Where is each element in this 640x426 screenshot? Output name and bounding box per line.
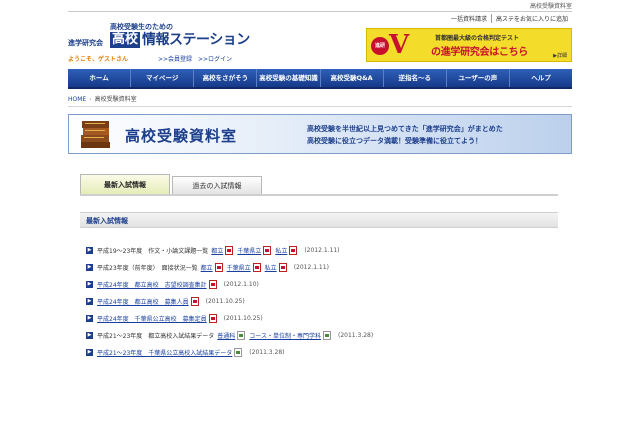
nav-mypage[interactable]: マイページ (131, 69, 195, 87)
item-date: (2011.10.25) (223, 315, 263, 322)
add-favorite-link[interactable]: 高ステをお気に入りに追加 (490, 14, 572, 23)
breadcrumb: HOME › 高校受験資料室 (68, 94, 572, 106)
logo-text: 情報ステーション (142, 32, 250, 48)
nav-user-voice[interactable]: ユーザーの声 (447, 69, 510, 87)
nav-qa[interactable]: 高校受験Q&A (321, 69, 384, 87)
list-item: ▶ 平成24年度 都立高校 募集人員 (2011.10.25) (86, 293, 556, 310)
list-item: ▶ 平成24年度 都立高校 志望校調査集計 (2012.1.10) (86, 276, 556, 293)
arrow-icon: ▶ (86, 298, 93, 305)
logo-publisher: 進学研究会 (68, 39, 103, 47)
pdf-icon[interactable] (214, 263, 223, 272)
breadcrumb-current: 高校受験資料室 (94, 96, 137, 103)
nav-reverse-nomination[interactable]: 逆指名～る (384, 69, 447, 87)
item-link[interactable]: 平成24年度 都立高校 募集人員 (97, 297, 189, 306)
banner-description-line2: 高校受験に役立つデータ満載！受験準備に役立てよう！ (307, 137, 482, 145)
item-label: 平成23年度（前年度） 面接状況一覧 (97, 265, 198, 272)
page-title: 高校受験資料室 (125, 127, 238, 145)
breadcrumb-separator: › (89, 96, 92, 103)
file-link[interactable]: 千葉県立 (237, 246, 261, 255)
item-label: 平成19～23年度 作文・小論文課題一覧 (97, 248, 209, 255)
section-header: 最新入試情報 (80, 212, 558, 228)
tab-underline (80, 194, 558, 196)
file-link[interactable]: 都立 (211, 246, 223, 255)
ad-banner[interactable]: 進研 V 首都圏最大級の合格判定テスト の進学研究会はこちら ▶詳細 (366, 28, 572, 62)
ad-v-logo: V (389, 30, 410, 60)
site-logo[interactable]: 高校 情報ステーション (110, 32, 250, 48)
welcome-text: ようこそ、ゲストさん (68, 56, 129, 63)
banner-description-line1: 高校受験を半世紀以上見つめてきた「進学研究会」がまとめた (307, 125, 503, 133)
tab-past-info[interactable]: 過去の入試情報 (172, 176, 262, 194)
list-item: ▶ 平成23年度（前年度） 面接状況一覧 都立 千葉県立 私立 (2012.1.… (86, 259, 556, 276)
item-date: (2012.1.11) (304, 247, 340, 254)
item-link[interactable]: 平成21～23年度 千葉県公立高校入試結果データ (97, 348, 232, 357)
list-item: ▶ 平成21～23年度 千葉県公立高校入試結果データ (2011.3.28) (86, 344, 556, 361)
pdf-icon[interactable] (208, 280, 217, 289)
item-label: 平成21～23年度 都立高校入試結果データ (97, 333, 215, 340)
pdf-icon[interactable] (289, 246, 298, 255)
page-label: 高校受験資料室 (529, 3, 572, 10)
document-list: ▶ 平成19～23年度 作文・小論文課題一覧 都立 千葉県立 私立 (2012.… (86, 242, 556, 361)
divider (68, 11, 572, 12)
bulk-request-link[interactable]: 一括資料請求 (447, 14, 491, 23)
pdf-icon[interactable] (252, 263, 261, 272)
divider (68, 106, 572, 107)
pdf-icon[interactable] (225, 246, 234, 255)
list-item: ▶ 平成19～23年度 作文・小論文課題一覧 都立 千葉県立 私立 (2012.… (86, 242, 556, 259)
arrow-icon: ▶ (86, 349, 93, 356)
ad-badge: 進研 (371, 37, 389, 55)
item-link[interactable]: 平成24年度 千葉県公立高校 募集定員 (97, 314, 207, 323)
item-date: (2011.3.28) (249, 349, 285, 356)
page: 高校受験資料室 高校受験生のための 進学研究会 高校 情報ステーション ようこそ… (0, 0, 640, 426)
item-date: (2012.1.10) (223, 281, 259, 288)
file-link[interactable]: 私立 (265, 263, 277, 272)
books-icon (81, 121, 110, 148)
nav-basics[interactable]: 高校受験の基礎知識 (257, 69, 321, 87)
item-date: (2011.10.25) (205, 298, 245, 305)
arrow-icon: ▶ (86, 332, 93, 339)
register-link[interactable]: >>会員登録 (158, 54, 192, 63)
breadcrumb-home[interactable]: HOME (68, 96, 86, 103)
arrow-icon: ▶ (86, 315, 93, 322)
ad-tagline: 首都圏最大級の合格判定テスト (435, 35, 520, 42)
section-title: 最新入試情報 (86, 217, 128, 225)
arrow-icon: ▶ (86, 264, 93, 271)
file-link[interactable]: 普通科 (217, 331, 235, 340)
pdf-icon[interactable] (208, 314, 217, 323)
pdf-icon[interactable] (263, 246, 272, 255)
logo-tagline: 高校受験生のための (110, 23, 173, 31)
logo-box: 高校 (110, 32, 141, 48)
tab-latest-info[interactable]: 最新入試情報 (80, 174, 170, 194)
nav-home[interactable]: ホーム (68, 69, 132, 87)
ad-headline: の進学研究会はこちら (431, 47, 528, 58)
arrow-icon: ▶ (86, 247, 93, 254)
tab-bar: 最新入試情報 過去の入試情報 (80, 174, 264, 194)
ad-more-link[interactable]: ▶詳細 (553, 52, 567, 59)
arrow-icon: ▶ (86, 281, 93, 288)
pdf-icon[interactable] (190, 297, 199, 306)
spreadsheet-icon[interactable] (237, 331, 246, 340)
file-link[interactable]: コース・単位制・専門学科 (249, 331, 321, 340)
item-date: (2011.3.28) (338, 332, 374, 339)
file-link[interactable]: 千葉県立 (227, 263, 251, 272)
nav-help[interactable]: ヘルプ (510, 69, 572, 87)
top-strip: 高校受験資料室 (0, 0, 640, 12)
utility-links: 一括資料請求 高ステをお気に入りに追加 (447, 14, 572, 23)
item-date: (2012.1.11) (293, 264, 329, 271)
title-banner: 高校受験資料室 高校受験を半世紀以上見つめてきた「進学研究会」がまとめた 高校受… (68, 114, 572, 154)
list-item: ▶ 平成24年度 千葉県公立高校 募集定員 (2011.10.25) (86, 310, 556, 327)
main-nav: ホーム マイページ 高校をさがそう 高校受験の基礎知識 高校受験Q&A 逆指名～… (68, 69, 572, 89)
nav-search-schools[interactable]: 高校をさがそう (194, 69, 258, 87)
spreadsheet-icon[interactable] (323, 331, 331, 340)
list-item: ▶ 平成21～23年度 都立高校入試結果データ 普通科 コース・単位制・専門学科… (86, 327, 556, 344)
site-header: 高校受験生のための 進学研究会 高校 情報ステーション ようこそ、ゲストさん >… (68, 14, 572, 66)
file-link[interactable]: 都立 (201, 263, 213, 272)
spreadsheet-icon[interactable] (234, 348, 243, 357)
item-link[interactable]: 平成24年度 都立高校 志望校調査集計 (97, 280, 207, 289)
pdf-icon[interactable] (278, 263, 287, 272)
file-link[interactable]: 私立 (275, 246, 287, 255)
login-link[interactable]: >>ログイン (198, 54, 232, 63)
